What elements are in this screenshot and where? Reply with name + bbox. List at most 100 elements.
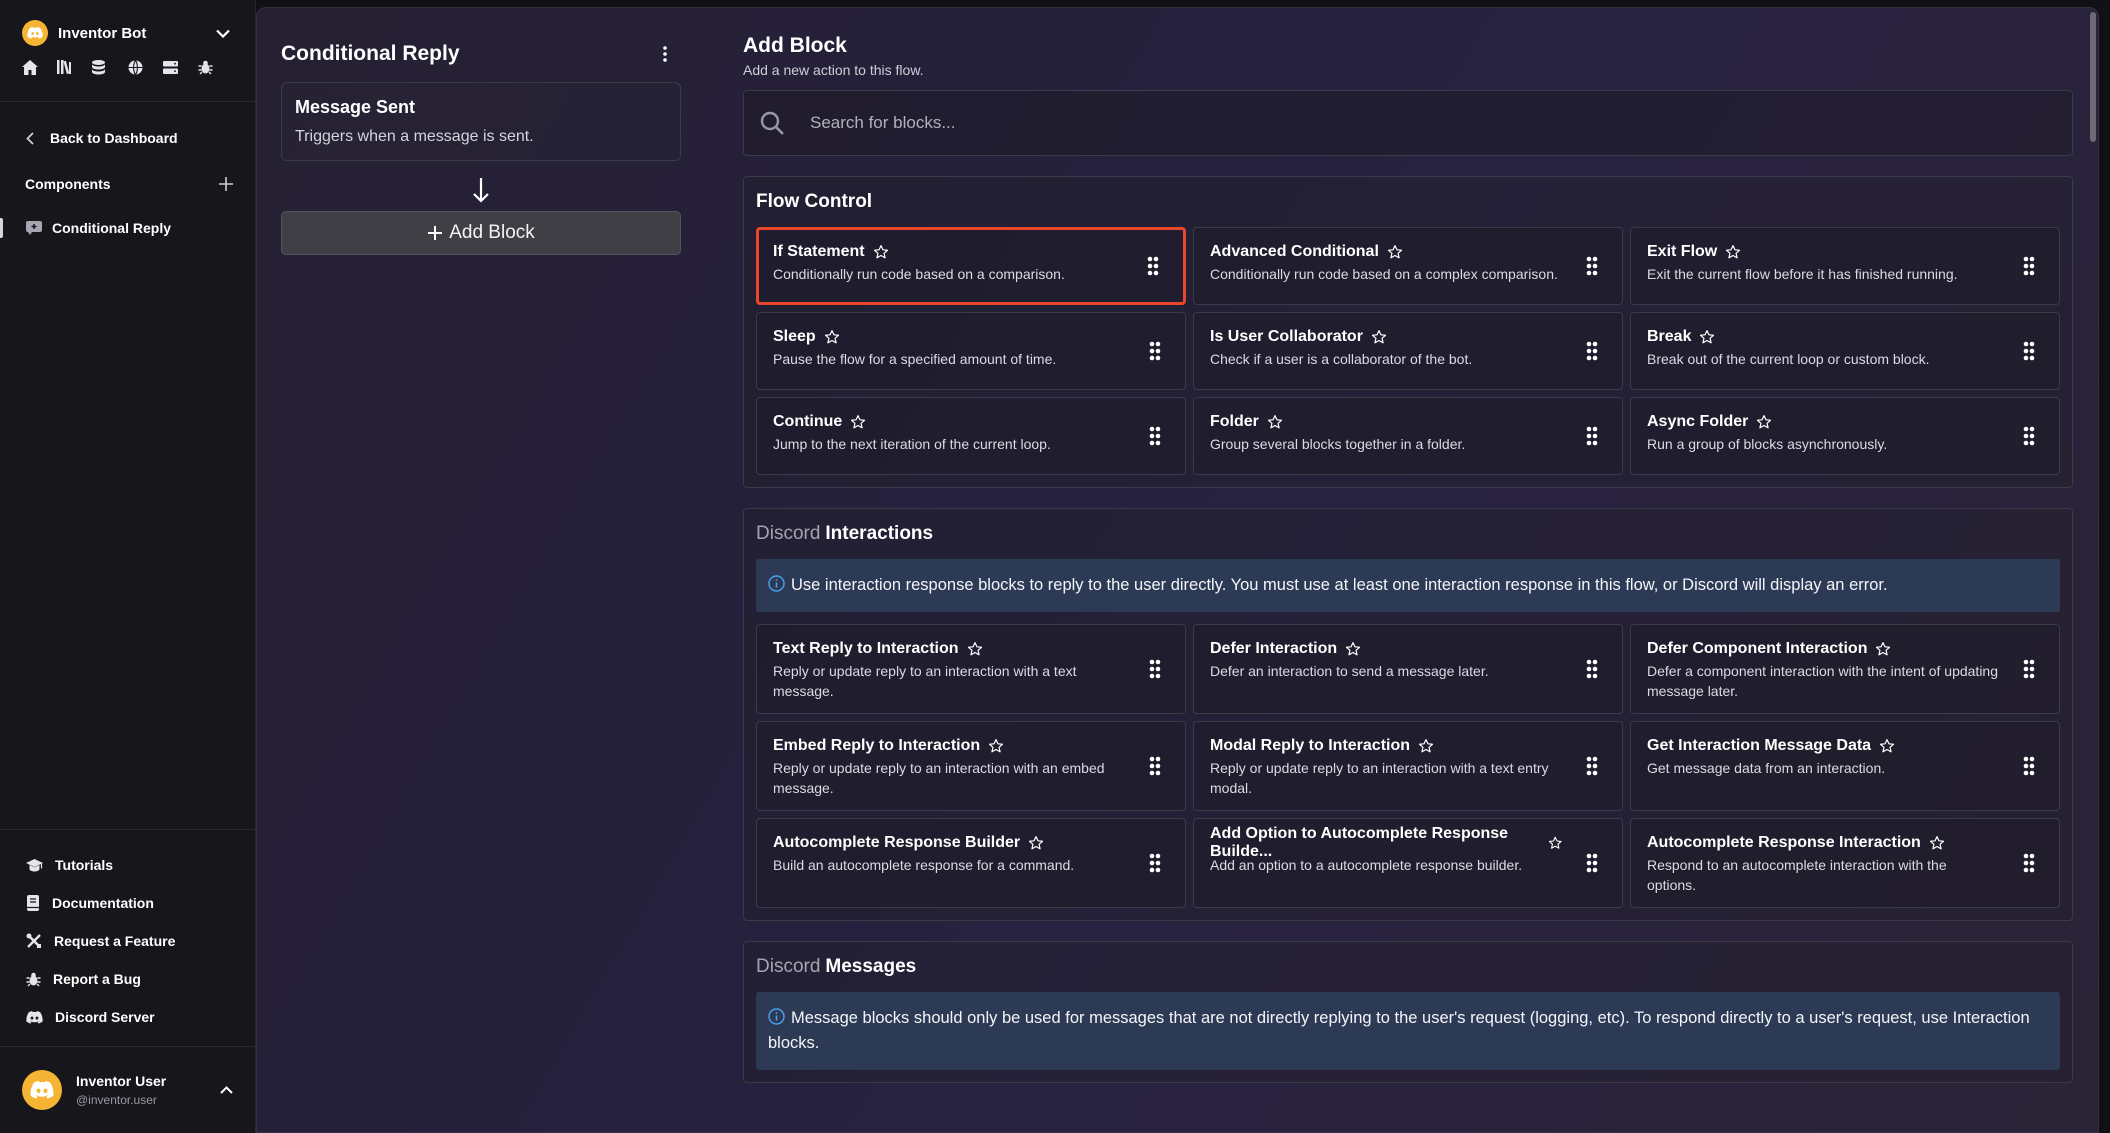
star-icon[interactable] [1875,641,1891,657]
trigger-card[interactable]: Message Sent Triggers when a message is … [281,82,681,161]
drag-handle-icon[interactable] [1586,756,1598,776]
section-title: Discord Interactions [756,521,2060,547]
star-icon[interactable] [1548,835,1562,851]
star-icon[interactable] [1725,244,1741,260]
star-icon[interactable] [1418,738,1434,754]
star-icon[interactable] [1756,414,1772,430]
back-to-dashboard-link[interactable]: Back to Dashboard [0,124,255,152]
star-icon[interactable] [873,244,889,260]
drag-handle-icon[interactable] [2023,256,2035,276]
block-title: Defer Component Interaction [1647,640,1868,657]
globe-icon[interactable] [128,56,163,78]
request-feature-link[interactable]: Request a Feature [0,922,255,960]
block-card-continue[interactable]: Continue Jump to the next iteration of th… [756,397,1186,475]
drag-handle-icon[interactable] [1149,756,1161,776]
drag-handle-icon[interactable] [2023,659,2035,679]
drag-handle-icon[interactable] [1149,341,1161,361]
drag-handle-icon[interactable] [1147,256,1159,276]
discord-server-link[interactable]: Discord Server [0,998,255,1036]
home-icon[interactable] [22,56,57,78]
block-card-modal-reply-to-interaction[interactable]: Modal Reply to Interaction Reply or updat… [1193,721,1623,811]
block-description: Conditionally run code based on a compar… [773,266,1065,282]
block-card-async-folder[interactable]: Async Folder Run a group of blocks asynch… [1630,397,2060,475]
block-description: Build an autocomplete response for a com… [773,857,1075,873]
drag-handle-icon[interactable] [2023,426,2035,446]
drag-handle-icon[interactable] [2023,341,2035,361]
bug-icon[interactable] [198,56,233,78]
library-icon[interactable] [57,56,92,78]
block-section-flow-control: Flow Control If Statement Conditionally ru… [743,176,2073,488]
drag-handle-icon[interactable] [1586,853,1598,873]
add-block-label: Add Block [449,222,535,243]
drag-handle-icon[interactable] [1586,659,1598,679]
star-icon[interactable] [1028,835,1044,851]
block-title: Is User Collaborator [1210,328,1363,345]
block-card-text-reply-to-interaction[interactable]: Text Reply to Interaction Reply or update… [756,624,1186,714]
tutorials-link[interactable]: Tutorials [0,846,255,884]
drag-handle-icon[interactable] [1586,256,1598,276]
block-card-is-user-collaborator[interactable]: Is User Collaborator Check if a user is a… [1193,312,1623,390]
star-icon[interactable] [967,641,983,657]
documentation-link[interactable]: Documentation [0,884,255,922]
server-icon[interactable] [162,56,198,78]
block-card-defer-interaction[interactable]: Defer Interaction Defer an interaction to… [1193,624,1623,714]
block-title: Autocomplete Response Builder [773,834,1021,851]
chevron-down-icon[interactable] [213,23,233,43]
star-icon[interactable] [1929,835,1945,851]
block-card-add-option-to-autocomplete-response-builde[interactable]: Add Option to Autocomplete Response Buil… [1193,818,1623,908]
star-icon[interactable] [1371,329,1387,345]
bot-switcher[interactable]: Inventor Bot [22,20,233,46]
section-title-text: Flow Control [756,191,873,212]
block-title-row: Advanced Conditional [1210,241,1562,263]
help-item-label: Discord Server [55,1009,155,1025]
add-component-icon[interactable] [219,177,233,191]
search-box[interactable] [743,90,2073,156]
drag-handle-icon[interactable] [1586,426,1598,446]
block-title-row: Is User Collaborator [1210,326,1562,348]
star-icon[interactable] [1387,244,1403,260]
add-block-button[interactable]: Add Block [281,211,681,255]
sidebar-item-conditional-reply[interactable]: Conditional Reply [0,214,255,242]
star-icon[interactable] [988,738,1004,754]
search-input[interactable] [810,113,1710,133]
user-menu[interactable]: Inventor User @inventor.user [0,1046,255,1133]
block-card-get-interaction-message-data[interactable]: Get Interaction Message Data Get message … [1630,721,2060,811]
star-icon[interactable] [824,329,840,345]
block-card-sleep[interactable]: Sleep Pause the flow for a specified amou… [756,312,1186,390]
drag-handle-icon[interactable] [1149,426,1161,446]
drag-handle-icon[interactable] [1149,659,1161,679]
star-icon[interactable] [1699,329,1715,345]
block-card-if-statement[interactable]: If Statement Conditionally run code based… [756,227,1186,305]
block-title-row: Async Folder [1647,411,1999,433]
report-bug-link[interactable]: Report a Bug [0,960,255,998]
flow-header: Conditional Reply [281,38,681,70]
bot-nav-icons [22,56,233,78]
help-item-label: Documentation [52,895,154,911]
block-card-autocomplete-response-builder[interactable]: Autocomplete Response Builder Build an au… [756,818,1186,908]
block-card-autocomplete-response-interaction[interactable]: Autocomplete Response Interaction Respond… [1630,818,2060,908]
star-icon[interactable] [1345,641,1361,657]
block-title: Embed Reply to Interaction [773,737,981,754]
block-description: Check if a user is a collaborator of the… [1210,351,1473,367]
main-content: Conditional Reply Message Sent Triggers … [256,7,2099,1133]
block-card-defer-component-interaction[interactable]: Defer Component Interaction Defer a compo… [1630,624,2060,714]
drag-handle-icon[interactable] [1149,853,1161,873]
scrollbar[interactable] [2090,12,2096,142]
star-icon[interactable] [1267,414,1283,430]
drag-handle-icon[interactable] [1586,341,1598,361]
block-card-break[interactable]: Break Break out of the current loop or cu… [1630,312,2060,390]
block-card-folder[interactable]: Folder Group several blocks together in a… [1193,397,1623,475]
chevron-up-icon[interactable] [220,1086,233,1094]
block-title: Autocomplete Response Interaction [1647,834,1921,851]
drag-handle-icon[interactable] [2023,756,2035,776]
block-card-embed-reply-to-interaction[interactable]: Embed Reply to Interaction Reply or updat… [756,721,1186,811]
star-icon[interactable] [1879,738,1895,754]
block-card-exit-flow[interactable]: Exit Flow Exit the current flow before it… [1630,227,2060,305]
database-icon[interactable] [92,56,127,78]
user-info: Inventor User @inventor.user [76,1073,220,1107]
block-card-advanced-conditional[interactable]: Advanced Conditional Conditionally run co… [1193,227,1623,305]
star-icon[interactable] [850,414,866,430]
section-title: Flow Control [756,189,2060,215]
drag-handle-icon[interactable] [2023,853,2035,873]
more-options-icon[interactable] [653,42,677,66]
